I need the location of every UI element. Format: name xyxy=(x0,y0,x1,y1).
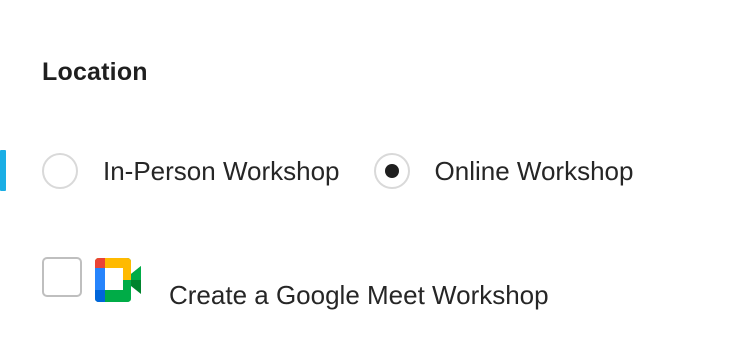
focus-indicator xyxy=(0,150,6,191)
radio-selected-dot xyxy=(384,164,399,178)
radio-label-online[interactable]: Online Workshop xyxy=(435,156,634,187)
location-title: Location xyxy=(42,58,148,86)
radio-online[interactable] xyxy=(373,153,410,189)
google-meet-option[interactable]: Create a Google Meet Workshop xyxy=(42,257,549,311)
radio-option-online[interactable]: Online Workshop xyxy=(373,153,634,189)
location-panel: Location In-Person Workshop Online Works… xyxy=(0,0,754,362)
google-meet-icon xyxy=(95,258,141,302)
google-meet-checkbox[interactable] xyxy=(42,257,82,297)
radio-in-person[interactable] xyxy=(42,153,78,189)
radio-option-in-person[interactable]: In-Person Workshop xyxy=(42,153,340,189)
google-meet-label[interactable]: Create a Google Meet Workshop xyxy=(169,280,549,311)
location-radio-group: In-Person Workshop Online Workshop xyxy=(42,150,633,192)
radio-label-in-person[interactable]: In-Person Workshop xyxy=(103,156,340,187)
